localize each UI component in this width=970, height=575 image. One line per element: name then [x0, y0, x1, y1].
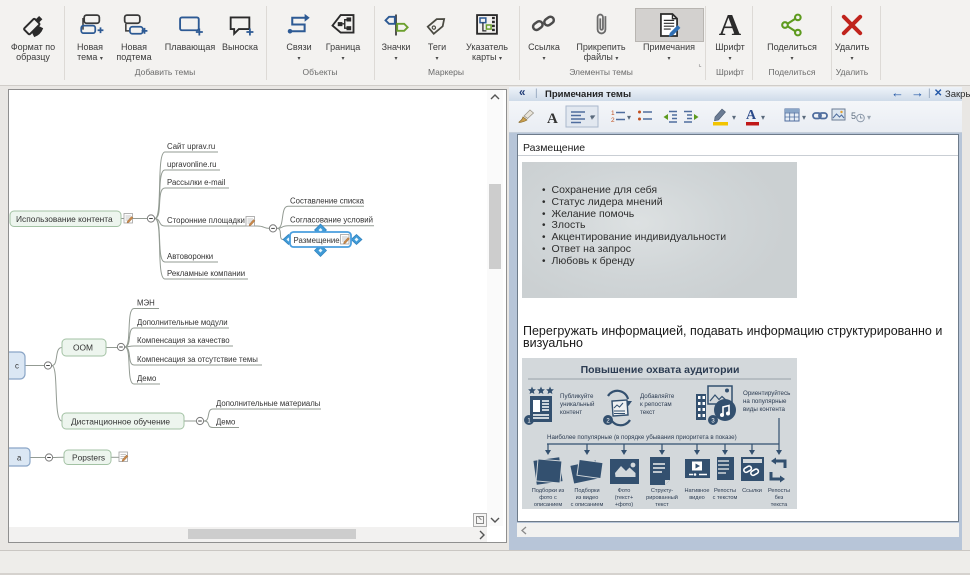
svg-text:Автоворонки: Автоворонки [167, 252, 213, 261]
svg-text:Согласование условий: Согласование условий [290, 216, 373, 225]
svg-text:МЭН: МЭН [137, 299, 155, 308]
svg-text:текст: текст [640, 409, 655, 416]
svg-text:описанием: описанием [534, 502, 562, 508]
svg-text:из видео: из видео [576, 495, 599, 501]
svg-text:Составление списка: Составление списка [290, 196, 365, 205]
svg-text:Компенсация за отсутствие темы: Компенсация за отсутствие темы [137, 355, 258, 364]
svg-text:Ориентируйтесь: Ориентируйтесь [743, 390, 790, 397]
svg-text:5: 5 [851, 111, 856, 121]
svg-text:▾: ▾ [732, 113, 736, 122]
svg-text:Рассылки e-mail: Рассылки e-mail [167, 178, 226, 187]
svg-text:▾: ▾ [761, 113, 765, 122]
svg-text:Демо: Демо [137, 374, 157, 383]
svg-text:Репосты: Репосты [714, 488, 736, 494]
svg-text:с описанием: с описанием [571, 502, 604, 508]
svg-text:Публикуйте: Публикуйте [560, 393, 594, 400]
svg-text:Подборки: Подборки [574, 488, 599, 494]
svg-text:A: A [746, 108, 757, 123]
svg-text:на популярные: на популярные [743, 398, 787, 405]
svg-text:контент: контент [560, 409, 582, 416]
svg-text:▾: ▾ [590, 113, 594, 122]
svg-text:Popsters: Popsters [72, 452, 105, 462]
svg-text:текста: текста [771, 502, 788, 508]
svg-text:Повышение охвата аудитории: Повышение охвата аудитории [581, 364, 740, 376]
svg-text:уникальный: уникальный [560, 401, 595, 408]
svg-text:фото с: фото с [539, 495, 557, 501]
svg-text:к репостам: к репостам [640, 401, 672, 408]
svg-text:Дополнительные модули: Дополнительные модули [137, 318, 228, 327]
svg-text:рированный: рированный [646, 494, 678, 501]
svg-text:Размещение: Размещение [294, 236, 340, 245]
svg-text:Демо: Демо [216, 418, 236, 427]
svg-text:без: без [775, 495, 784, 501]
svg-text:Компенсация за качество: Компенсация за качество [137, 336, 230, 345]
svg-text:Фото: Фото [618, 488, 631, 494]
svg-text:Сайт uprav.ru: Сайт uprav.ru [167, 142, 215, 151]
svg-text:ООМ: ООМ [73, 343, 93, 353]
svg-text:Репосты: Репосты [768, 488, 790, 494]
svg-text:с: с [15, 362, 19, 371]
svg-text:а: а [17, 454, 22, 463]
svg-text:+фото): +фото) [615, 502, 633, 508]
svg-text:Использование контента: Использование контента [16, 214, 113, 224]
svg-text:Дистанционное обучение: Дистанционное обучение [71, 417, 170, 427]
svg-text:Дополнительные материалы: Дополнительные материалы [216, 399, 321, 408]
svg-text:A: A [547, 111, 558, 127]
svg-text:виды контента: виды контента [743, 406, 786, 413]
svg-text:Рекламные компании: Рекламные компании [167, 269, 245, 278]
svg-text:upravonline.ru: upravonline.ru [167, 160, 216, 169]
svg-text:видео: видео [689, 495, 705, 501]
svg-text:▾: ▾ [867, 113, 871, 122]
svg-text:Подборки из: Подборки из [532, 488, 565, 494]
svg-text:с текстом: с текстом [713, 495, 738, 501]
svg-text:Структу-: Структу- [651, 488, 673, 494]
svg-text:текст: текст [655, 502, 669, 508]
svg-text:Сторонние площадки: Сторонние площадки [167, 216, 245, 225]
svg-text:1: 1 [611, 110, 615, 117]
svg-text:Нативное: Нативное [685, 488, 710, 494]
svg-text:Наиболее популярные (в порядке: Наиболее популярные (в порядке убывания … [547, 434, 737, 441]
svg-text:(текст+: (текст+ [615, 495, 634, 501]
svg-text:2: 2 [611, 117, 615, 124]
svg-text:▾: ▾ [627, 113, 631, 122]
svg-text:▾: ▾ [802, 113, 806, 122]
svg-text:Добавляйте: Добавляйте [640, 393, 675, 400]
svg-text:Ссылки: Ссылки [742, 488, 762, 494]
